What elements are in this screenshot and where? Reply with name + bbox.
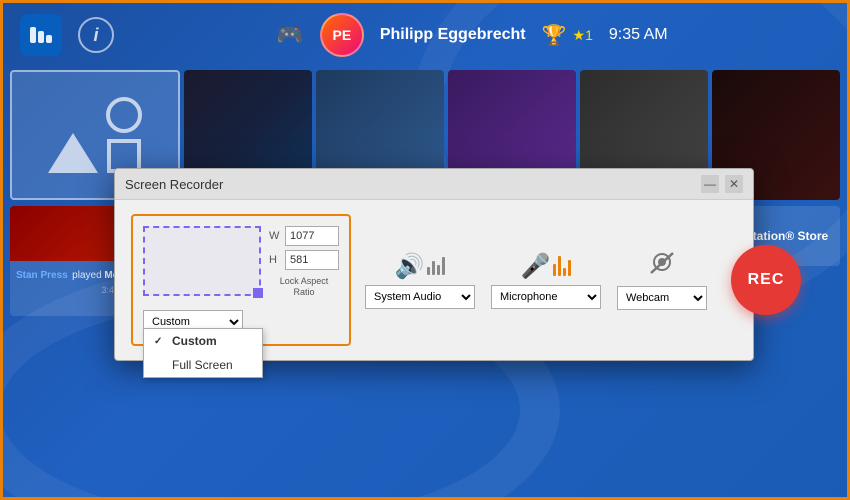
system-audio-select[interactable]: System Audio — [365, 285, 475, 309]
height-label: H — [269, 254, 281, 266]
webcam-select[interactable]: Webcam — [617, 286, 707, 310]
speaker-icon: 🔊 — [395, 252, 425, 281]
mic-bar-1 — [553, 264, 556, 276]
mic-icon-row: 🎤 — [521, 252, 572, 281]
height-row: H — [269, 250, 339, 270]
vol-bar-1 — [427, 267, 430, 275]
dialog-body: W H Lock AspectRatio Custom Full Screen — [115, 200, 753, 360]
system-audio-icon-row: 🔊 — [395, 252, 446, 281]
dialog-controls: — ✕ — [701, 175, 743, 193]
mic-bars — [553, 256, 571, 276]
mic-bar-2 — [558, 256, 561, 276]
mic-bar-3 — [563, 268, 566, 276]
dialog-titlebar: Screen Recorder — ✕ — [115, 169, 753, 200]
rec-button[interactable]: REC — [731, 245, 801, 315]
capture-dimensions: W H Lock AspectRatio — [269, 226, 339, 298]
capture-panel: W H Lock AspectRatio Custom Full Screen — [131, 214, 351, 346]
mic-bar-4 — [568, 260, 571, 276]
width-input[interactable] — [285, 226, 339, 246]
screen-recorder-dialog: Screen Recorder — ✕ W — [114, 168, 754, 361]
dialog-overlay: Screen Recorder — ✕ W — [0, 0, 850, 500]
vol-bar-4 — [442, 257, 445, 275]
vol-bar-2 — [432, 261, 435, 275]
microphone-device: 🎤 Microphone — [491, 252, 601, 309]
webcam-icon — [647, 251, 677, 282]
webcam-icon-row — [647, 251, 677, 282]
dropdown-fullscreen-label: Full Screen — [172, 358, 233, 372]
dropdown-item-fullscreen[interactable]: Full Screen — [144, 353, 262, 377]
width-row: W — [269, 226, 339, 246]
system-audio-device: 🔊 System Audio — [365, 252, 475, 309]
capture-preview[interactable] — [143, 226, 261, 296]
webcam-device: Webcam — [617, 251, 707, 310]
system-audio-bars — [427, 257, 445, 275]
audio-devices-row: 🔊 System Audio — [365, 251, 707, 310]
size-dropdown-menu: ✓ Custom Full Screen — [143, 328, 263, 378]
dropdown-custom-label: Custom — [172, 334, 217, 348]
dialog-title: Screen Recorder — [125, 177, 223, 192]
width-label: W — [269, 230, 281, 242]
audio-panel: 🔊 System Audio — [365, 251, 707, 310]
microphone-icon: 🎤 — [521, 252, 551, 281]
dialog-minimize-button[interactable]: — — [701, 175, 719, 193]
microphone-select[interactable]: Microphone — [491, 285, 601, 309]
vol-bar-3 — [437, 265, 440, 275]
resize-handle[interactable] — [253, 288, 263, 298]
dropdown-item-custom[interactable]: ✓ Custom — [144, 329, 262, 353]
lock-aspect-label: Lock AspectRatio — [269, 276, 339, 298]
check-icon: ✓ — [154, 336, 166, 347]
dialog-close-button[interactable]: ✕ — [725, 175, 743, 193]
height-input[interactable] — [285, 250, 339, 270]
